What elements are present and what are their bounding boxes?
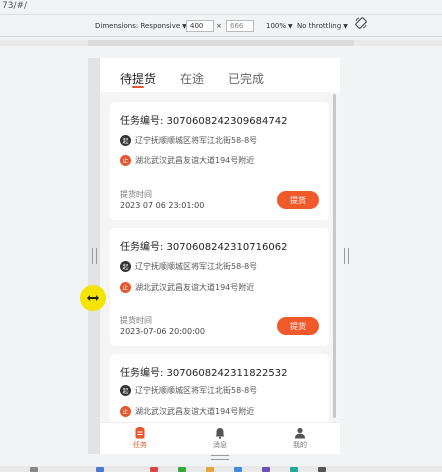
taskbar-app-icon[interactable] — [178, 467, 186, 472]
end-address: 湖北武汉武昌友谊大道194号附近 — [135, 156, 255, 165]
end-badge: 止 — [120, 155, 131, 166]
pickup-button[interactable]: 提货 — [277, 191, 319, 209]
pickup-time-label: 提货时间 — [120, 316, 152, 325]
device-viewport: 待提货 在途 已完成 任务编号: 3070608242309684742 起 辽… — [100, 58, 340, 454]
task-list-icon — [135, 427, 145, 439]
taskbar-app-icon[interactable] — [30, 467, 38, 472]
nav-profile[interactable]: 我的 — [280, 427, 320, 450]
taskbar-app-icon[interactable] — [206, 467, 214, 472]
taskbar-app-icon[interactable] — [318, 467, 326, 472]
bell-icon — [215, 428, 225, 439]
caret-down-icon: ▼ — [288, 22, 293, 30]
right-resize-handle[interactable] — [344, 248, 349, 264]
pickup-time-value: 2023 07 06 23:01:00 — [120, 201, 205, 210]
start-address: 辽宁抚顺顺城区将军江北街58-8号 — [135, 262, 258, 271]
nav-profile-label: 我的 — [293, 441, 307, 449]
end-address-row: 止 湖北武汉武昌友谊大道194号附近 — [120, 282, 254, 293]
ruler — [0, 40, 442, 46]
caret-down-icon: ▼ — [343, 22, 348, 30]
end-address: 湖北武汉武昌友谊大道194号附近 — [135, 283, 255, 292]
order-card[interactable]: 任务编号: 3070608242310716062 起 辽宁抚顺顺城区将军江北街… — [110, 228, 329, 346]
end-address-row: 止 湖北武汉武昌友谊大道194号附近 — [120, 406, 254, 417]
dimensions-label: Dimensions: Responsive — [95, 22, 181, 30]
order-number: 任务编号: 3070608242311822532 — [120, 368, 288, 379]
os-taskbar — [0, 466, 442, 472]
dimensions-select[interactable]: Dimensions: Responsive ▼ — [95, 20, 187, 32]
order-number: 任务编号: 3070608242309684742 — [120, 116, 288, 127]
order-number: 任务编号: 3070608242310716062 — [120, 242, 288, 253]
pickup-time-value: 2023-07-06 20:00:00 — [120, 327, 205, 336]
throttle-select[interactable]: No throttling ▼ — [297, 20, 348, 32]
status-tabs: 待提货 在途 已完成 — [100, 58, 340, 92]
zoom-label: 100% — [266, 22, 287, 30]
pickup-time-label: 提货时间 — [120, 190, 152, 199]
end-badge: 止 — [120, 282, 131, 293]
start-address-row: 起 辽宁抚顺顺城区将军江北街58-8号 — [120, 385, 257, 396]
taskbar-app-icon[interactable] — [234, 467, 242, 472]
tab-pending-pickup[interactable]: 待提货 — [120, 70, 156, 87]
start-address-row: 起 辽宁抚顺顺城区将军江北街58-8号 — [120, 135, 257, 146]
taskbar-app-icon[interactable] — [262, 467, 270, 472]
bottom-resize-handle[interactable] — [211, 455, 229, 460]
width-input[interactable]: 400 — [186, 20, 214, 32]
end-address: 湖北武汉武昌友谊大道194号附近 — [135, 407, 255, 416]
height-input[interactable]: 666 — [226, 20, 254, 32]
tab-completed[interactable]: 已完成 — [228, 70, 264, 87]
start-badge: 起 — [120, 261, 131, 272]
devtools-toolbar: Dimensions: Responsive ▼ 400 × 666 100% … — [0, 15, 442, 36]
nav-tasks[interactable]: 任务 — [120, 427, 160, 450]
resize-cursor-icon — [80, 285, 106, 311]
user-icon — [295, 427, 305, 439]
end-address-row: 止 湖北武汉武昌友谊大道194号附近 — [120, 155, 254, 166]
end-badge: 止 — [120, 406, 131, 417]
active-tab-indicator — [132, 86, 144, 88]
nav-messages-label: 消息 — [213, 441, 227, 449]
rotate-icon[interactable] — [354, 17, 368, 29]
start-badge: 起 — [120, 385, 131, 396]
start-address: 辽宁抚顺顺城区将军江北街58-8号 — [135, 136, 258, 145]
times-sign: × — [216, 22, 222, 30]
bottom-nav: 任务 消息 我的 — [100, 422, 340, 454]
tab-in-transit[interactable]: 在途 — [180, 70, 204, 87]
pickup-button[interactable]: 提货 — [277, 317, 319, 335]
url-fragment: 73/#/ — [2, 1, 28, 11]
taskbar-app-icon[interactable] — [290, 467, 298, 472]
start-address-row: 起 辽宁抚顺顺城区将军江北街58-8号 — [120, 261, 257, 272]
taskbar-app-icon[interactable] — [150, 467, 158, 472]
nav-tasks-label: 任务 — [133, 441, 147, 449]
divider — [0, 36, 442, 37]
scrollbar[interactable] — [333, 94, 336, 418]
start-badge: 起 — [120, 135, 131, 146]
order-card[interactable]: 任务编号: 3070608242309684742 起 辽宁抚顺顺城区将军江北街… — [110, 102, 329, 220]
throttle-label: No throttling — [297, 22, 342, 30]
left-resize-handle[interactable] — [92, 248, 97, 264]
start-address: 辽宁抚顺顺城区将军江北街58-8号 — [135, 386, 258, 395]
taskbar-app-icon[interactable] — [96, 467, 104, 472]
nav-messages[interactable]: 消息 — [200, 427, 240, 450]
zoom-select[interactable]: 100% ▼ — [266, 20, 293, 32]
